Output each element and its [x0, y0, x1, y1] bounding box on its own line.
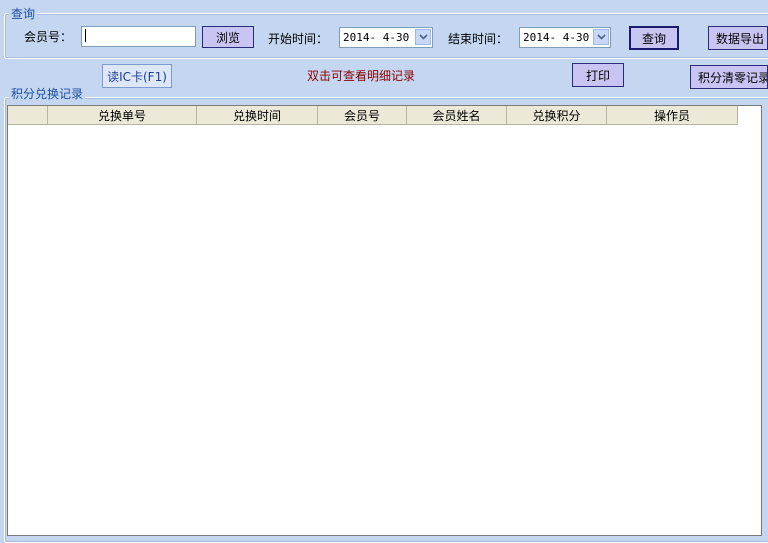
chevron-down-icon[interactable]: [593, 29, 609, 45]
row-header-stub: [8, 106, 48, 125]
end-date-picker[interactable]: 2014- 4-30: [519, 27, 611, 48]
column-header-points[interactable]: 兑换积分: [507, 106, 607, 125]
export-button[interactable]: 数据导出: [708, 26, 768, 50]
query-group-legend: 查询: [9, 7, 38, 21]
column-header-exchange-time[interactable]: 兑换时间: [197, 106, 318, 125]
print-button[interactable]: 打印: [572, 63, 624, 87]
points-clear-records-button[interactable]: 积分清零记录: [690, 65, 768, 89]
start-date-picker[interactable]: 2014- 4-30: [339, 27, 433, 48]
end-time-label: 结束时间：: [448, 32, 509, 46]
chevron-down-icon[interactable]: [415, 29, 431, 45]
browse-button[interactable]: 浏览: [202, 26, 254, 48]
column-header-operator[interactable]: 操作员: [607, 106, 738, 125]
table-header: 兑换单号 兑换时间 会员号 会员姓名 兑换积分 操作员: [8, 106, 738, 125]
records-group-legend: 积分兑换记录: [9, 87, 86, 101]
read-ic-card-button[interactable]: 读IC卡(F1): [102, 64, 172, 88]
query-button[interactable]: 查询: [629, 26, 679, 50]
member-label: 会员号：: [24, 30, 73, 44]
records-table[interactable]: 兑换单号 兑换时间 会员号 会员姓名 兑换积分 操作员: [7, 105, 762, 536]
column-header-member-name[interactable]: 会员姓名: [407, 106, 507, 125]
end-date-value: 2014- 4-30: [523, 31, 590, 44]
member-input[interactable]: [81, 26, 196, 47]
start-time-label: 开始时间：: [268, 32, 329, 46]
column-header-member-no[interactable]: 会员号: [318, 106, 407, 125]
column-header-order-no[interactable]: 兑换单号: [48, 106, 197, 125]
double-click-hint: 双击可查看明细记录: [307, 69, 416, 83]
start-date-value: 2014- 4-30: [343, 31, 410, 44]
